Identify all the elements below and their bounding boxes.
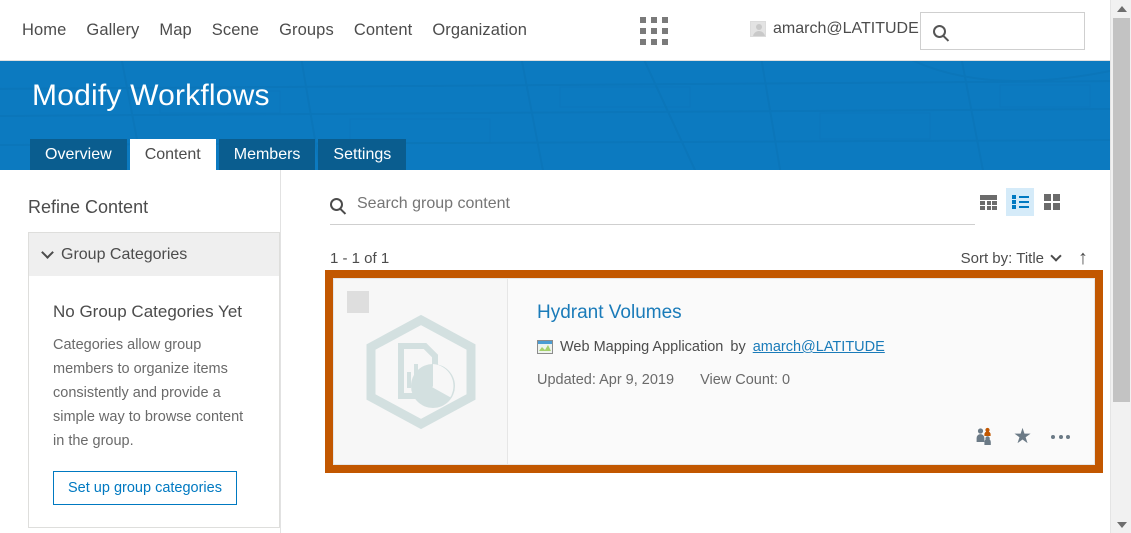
avatar-icon [750, 21, 766, 37]
nav-link-groups[interactable]: Groups [269, 17, 344, 44]
content-item-row[interactable]: Hydrant Volumes Web Mapping Application … [333, 278, 1095, 465]
item-dates-row: Updated: Apr 9, 2019 View Count: 0 [537, 372, 1094, 388]
group-categories-header[interactable]: Group Categories [29, 233, 279, 276]
empty-state-text: Categories allow group members to organi… [53, 334, 255, 454]
item-updated: Updated: Apr 9, 2019 [537, 372, 674, 388]
item-thumbnail[interactable] [334, 279, 508, 464]
content-search-row [330, 195, 975, 225]
group-content-search[interactable] [330, 195, 975, 225]
tab-members[interactable]: Members [219, 139, 316, 170]
nav-link-scene[interactable]: Scene [202, 17, 269, 44]
group-categories-facet: Group Categories No Group Categories Yet… [28, 232, 280, 528]
item-view-count: View Count: 0 [700, 372, 790, 388]
user-name-label: amarch@LATITUDE [773, 20, 919, 38]
global-search-box[interactable] [920, 12, 1085, 50]
search-icon [933, 25, 946, 38]
scrollbar-thumb[interactable] [1113, 18, 1130, 402]
nav-link-map[interactable]: Map [149, 17, 201, 44]
grid-view-button[interactable] [1038, 188, 1066, 216]
item-title-link[interactable]: Hydrant Volumes [537, 302, 682, 323]
list-icon [1012, 195, 1029, 209]
global-search-input[interactable] [956, 23, 1066, 40]
tab-settings[interactable]: Settings [318, 139, 406, 170]
page-title: Modify Workflows [32, 79, 270, 113]
table-view-button[interactable] [974, 188, 1002, 216]
tab-content[interactable]: Content [130, 139, 216, 170]
table-icon [980, 195, 997, 210]
search-icon [330, 198, 343, 211]
group-content-search-input[interactable] [357, 195, 975, 213]
view-toggle-group [974, 188, 1066, 216]
grid-icon [1044, 194, 1060, 210]
result-count: 1 - 1 of 1 [330, 250, 389, 267]
set-up-group-categories-button[interactable]: Set up group categories [53, 471, 237, 505]
sort-controls: Sort by: Title ↑ [961, 248, 1088, 268]
user-account-menu[interactable]: amarch@LATITUDE [750, 20, 919, 38]
item-type-row: Web Mapping Application by amarch@LATITU… [537, 339, 1094, 355]
chevron-down-icon [1050, 250, 1061, 261]
item-checkbox[interactable] [347, 291, 369, 313]
primary-nav: Home Gallery Map Scene Groups Content Or… [22, 17, 537, 44]
scroll-up-arrow[interactable] [1111, 0, 1131, 17]
empty-state-title: No Group Categories Yet [53, 302, 255, 322]
group-banner: Modify Workflows Overview Content Member… [0, 61, 1110, 170]
highlight-annotation: Hydrant Volumes Web Mapping Application … [325, 270, 1103, 473]
page-scrollbar[interactable] [1110, 0, 1131, 533]
nav-link-home[interactable]: Home [22, 17, 76, 44]
group-categories-label: Group Categories [61, 246, 187, 264]
item-action-icons: ★ [975, 426, 1070, 447]
refine-content-sidebar: Refine Content Group Categories No Group… [0, 170, 281, 533]
nav-link-content[interactable]: Content [344, 17, 423, 44]
nav-link-organization[interactable]: Organization [422, 17, 537, 44]
group-tabs: Overview Content Members Settings [30, 139, 409, 170]
refine-content-heading: Refine Content [28, 197, 148, 218]
scroll-down-arrow[interactable] [1111, 516, 1131, 533]
web-map-icon [537, 340, 553, 354]
arcgis-group-content-page: Home Gallery Map Scene Groups Content Or… [0, 0, 1131, 533]
nav-link-gallery[interactable]: Gallery [76, 17, 149, 44]
app-grid-icon[interactable] [640, 17, 668, 45]
tab-overview[interactable]: Overview [30, 139, 127, 170]
item-owner-link[interactable]: amarch@LATITUDE [753, 339, 885, 355]
sort-by-label: Sort by: Title [961, 250, 1044, 267]
chevron-down-icon [41, 246, 54, 259]
star-icon[interactable]: ★ [1013, 426, 1032, 447]
list-view-button[interactable] [1006, 188, 1034, 216]
more-options-icon[interactable] [1051, 435, 1070, 439]
item-type-label: Web Mapping Application [560, 339, 723, 355]
sort-by-dropdown[interactable]: Sort by: Title [961, 250, 1060, 267]
group-content-panel: 1 - 1 of 1 Sort by: Title ↑ [281, 170, 1110, 533]
item-by-label: by [730, 339, 745, 355]
group-categories-body: No Group Categories Yet Categories allow… [29, 276, 279, 527]
top-navigation-bar: Home Gallery Map Scene Groups Content Or… [0, 0, 1110, 61]
item-details: Hydrant Volumes Web Mapping Application … [508, 279, 1094, 464]
sort-direction-button[interactable]: ↑ [1078, 248, 1088, 268]
app-placeholder-thumbnail [363, 314, 479, 430]
share-icon[interactable] [975, 427, 994, 446]
results-meta-row: 1 - 1 of 1 Sort by: Title ↑ [330, 248, 1088, 268]
